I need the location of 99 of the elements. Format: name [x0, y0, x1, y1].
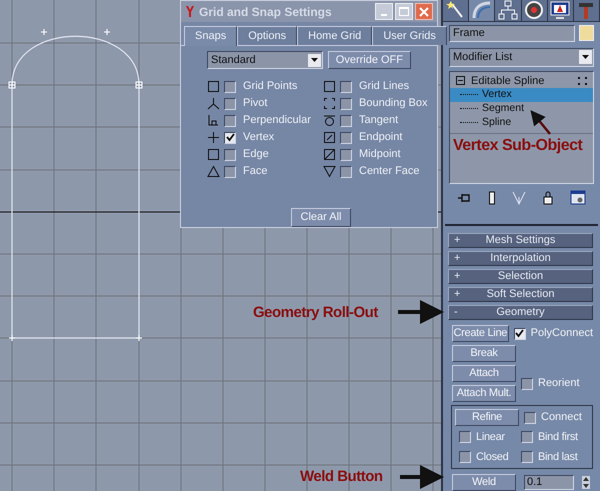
annotation-label: Geometry Roll-Out — [253, 303, 378, 323]
monitor-icon[interactable] — [550, 0, 570, 20]
checkbox[interactable] — [521, 450, 533, 463]
configure-icon[interactable] — [570, 190, 586, 206]
annotation-label: Weld Button — [300, 467, 383, 487]
create-line-button[interactable]: Create Line — [452, 325, 509, 342]
attach-button[interactable]: Attach — [452, 365, 516, 382]
magnet-icon — [185, 5, 195, 18]
snap-label: Grid Lines — [359, 79, 410, 94]
arrow — [398, 300, 444, 324]
square-icon — [207, 80, 220, 93]
refine-button[interactable]: Refine — [455, 409, 519, 426]
checkbox[interactable] — [521, 378, 533, 390]
checkbox-label: PolyConnect — [530, 326, 593, 342]
snap-checkbox[interactable] — [340, 132, 352, 144]
preset-dropdown[interactable]: Standard — [207, 51, 323, 69]
close-button[interactable] — [415, 3, 433, 20]
snap-label: Pivot — [243, 96, 268, 112]
snap-checkbox[interactable] — [224, 148, 236, 160]
snap-label: Endpoint — [359, 130, 402, 146]
dialog-tab[interactable]: Options — [237, 26, 298, 45]
down-triangle-icon — [323, 165, 336, 178]
dialog-tab[interactable]: User Grids — [372, 26, 447, 45]
perpendicular-icon — [207, 114, 220, 127]
spinner-icon[interactable] — [582, 476, 590, 489]
snap-checkbox[interactable] — [340, 148, 352, 160]
crosshair-icon — [207, 131, 220, 144]
checkbox-label: Bind first — [538, 430, 578, 445]
bar-icon[interactable] — [488, 190, 496, 205]
clear-all-button[interactable]: Clear All — [290, 208, 352, 227]
tangent-icon — [323, 114, 336, 127]
checkbox[interactable] — [521, 431, 533, 444]
snap-label: Grid Points — [243, 79, 298, 94]
rollout-header[interactable]: + Selection — [448, 269, 593, 284]
rollout-header[interactable]: + Interpolation — [448, 251, 593, 266]
rollout-header[interactable]: - Geometry — [448, 305, 593, 320]
snap-checkbox[interactable] — [224, 114, 236, 126]
snap-checkbox[interactable] — [340, 80, 352, 92]
attach-mult-button[interactable]: Attach Mult. — [452, 385, 516, 402]
checkbox-label: Reorient — [538, 376, 580, 392]
snap-label: Edge — [243, 147, 269, 162]
close-icon — [419, 6, 429, 16]
dialog-tab[interactable]: Snaps — [184, 26, 238, 46]
dots-icon — [578, 76, 587, 85]
rollout-header[interactable]: + Soft Selection — [448, 287, 593, 302]
endpoint-icon — [323, 131, 336, 144]
pivot-icon — [207, 97, 220, 110]
snap-label: Bounding Box — [359, 96, 428, 112]
square-icon — [323, 80, 336, 93]
stack-sub-item[interactable]: Spline — [450, 116, 593, 130]
checkbox[interactable] — [459, 431, 471, 444]
pin-icon[interactable] — [457, 192, 472, 204]
arrow — [400, 465, 444, 489]
checkbox-label: Bind last — [538, 450, 578, 464]
snap-checkbox[interactable] — [224, 98, 236, 110]
snap-label: Face — [243, 164, 268, 180]
wheel-icon[interactable] — [524, 0, 544, 20]
break-button[interactable]: Break — [452, 345, 516, 362]
midpoint-icon — [323, 148, 336, 161]
stack-sub-item[interactable]: Vertex — [450, 88, 593, 102]
checkbox[interactable] — [514, 328, 526, 340]
lock-icon[interactable] — [543, 190, 554, 205]
rollout-header[interactable]: + Mesh Settings — [448, 233, 593, 248]
preset-value: Standard — [211, 52, 257, 68]
snap-checkbox[interactable] — [224, 132, 236, 144]
arrow — [530, 110, 551, 135]
bounding-box-icon — [323, 97, 336, 110]
hierarchy-icon[interactable] — [498, 0, 518, 20]
checkbox-label: Linear — [476, 430, 505, 445]
snap-label: Vertex — [243, 130, 274, 146]
snap-checkbox[interactable] — [340, 114, 352, 126]
checkbox[interactable] — [459, 450, 471, 463]
snap-checkbox[interactable] — [340, 166, 352, 178]
checkbox-label: Closed — [476, 450, 508, 464]
dialog-tab[interactable]: Home Grid — [297, 26, 372, 45]
checkbox[interactable] — [524, 412, 536, 424]
stack-item[interactable]: Editable Spline — [450, 74, 593, 88]
triangle-icon — [207, 165, 220, 178]
weld-threshold-field[interactable]: 0.1 — [524, 475, 574, 490]
snap-label: Center Face — [359, 164, 420, 180]
fork-icon[interactable] — [512, 190, 526, 205]
snap-checkbox[interactable] — [340, 98, 352, 110]
modifier-list-dropdown[interactable]: Modifier List — [449, 48, 594, 67]
window-title: Grid and Snap Settings — [199, 4, 332, 20]
name-field[interactable]: Frame — [449, 24, 575, 42]
annotation-label: Vertex Sub-Object — [453, 136, 582, 156]
checkbox-label: Connect — [541, 410, 582, 426]
snap-label: Perpendicular — [243, 113, 311, 128]
snap-label: Midpoint — [359, 147, 401, 162]
weld-button[interactable]: Weld — [452, 474, 516, 491]
square-icon — [207, 148, 220, 161]
stack-sub-item[interactable]: Segment — [450, 102, 593, 116]
snap-checkbox[interactable] — [224, 166, 236, 178]
override-button[interactable]: Override OFF — [328, 51, 411, 69]
snap-checkbox[interactable] — [224, 80, 236, 92]
snap-label: Tangent — [359, 113, 398, 128]
arc-icon[interactable] — [472, 0, 492, 20]
color-swatch[interactable] — [579, 25, 594, 42]
modifier-list-value: Modifier List — [453, 50, 514, 65]
